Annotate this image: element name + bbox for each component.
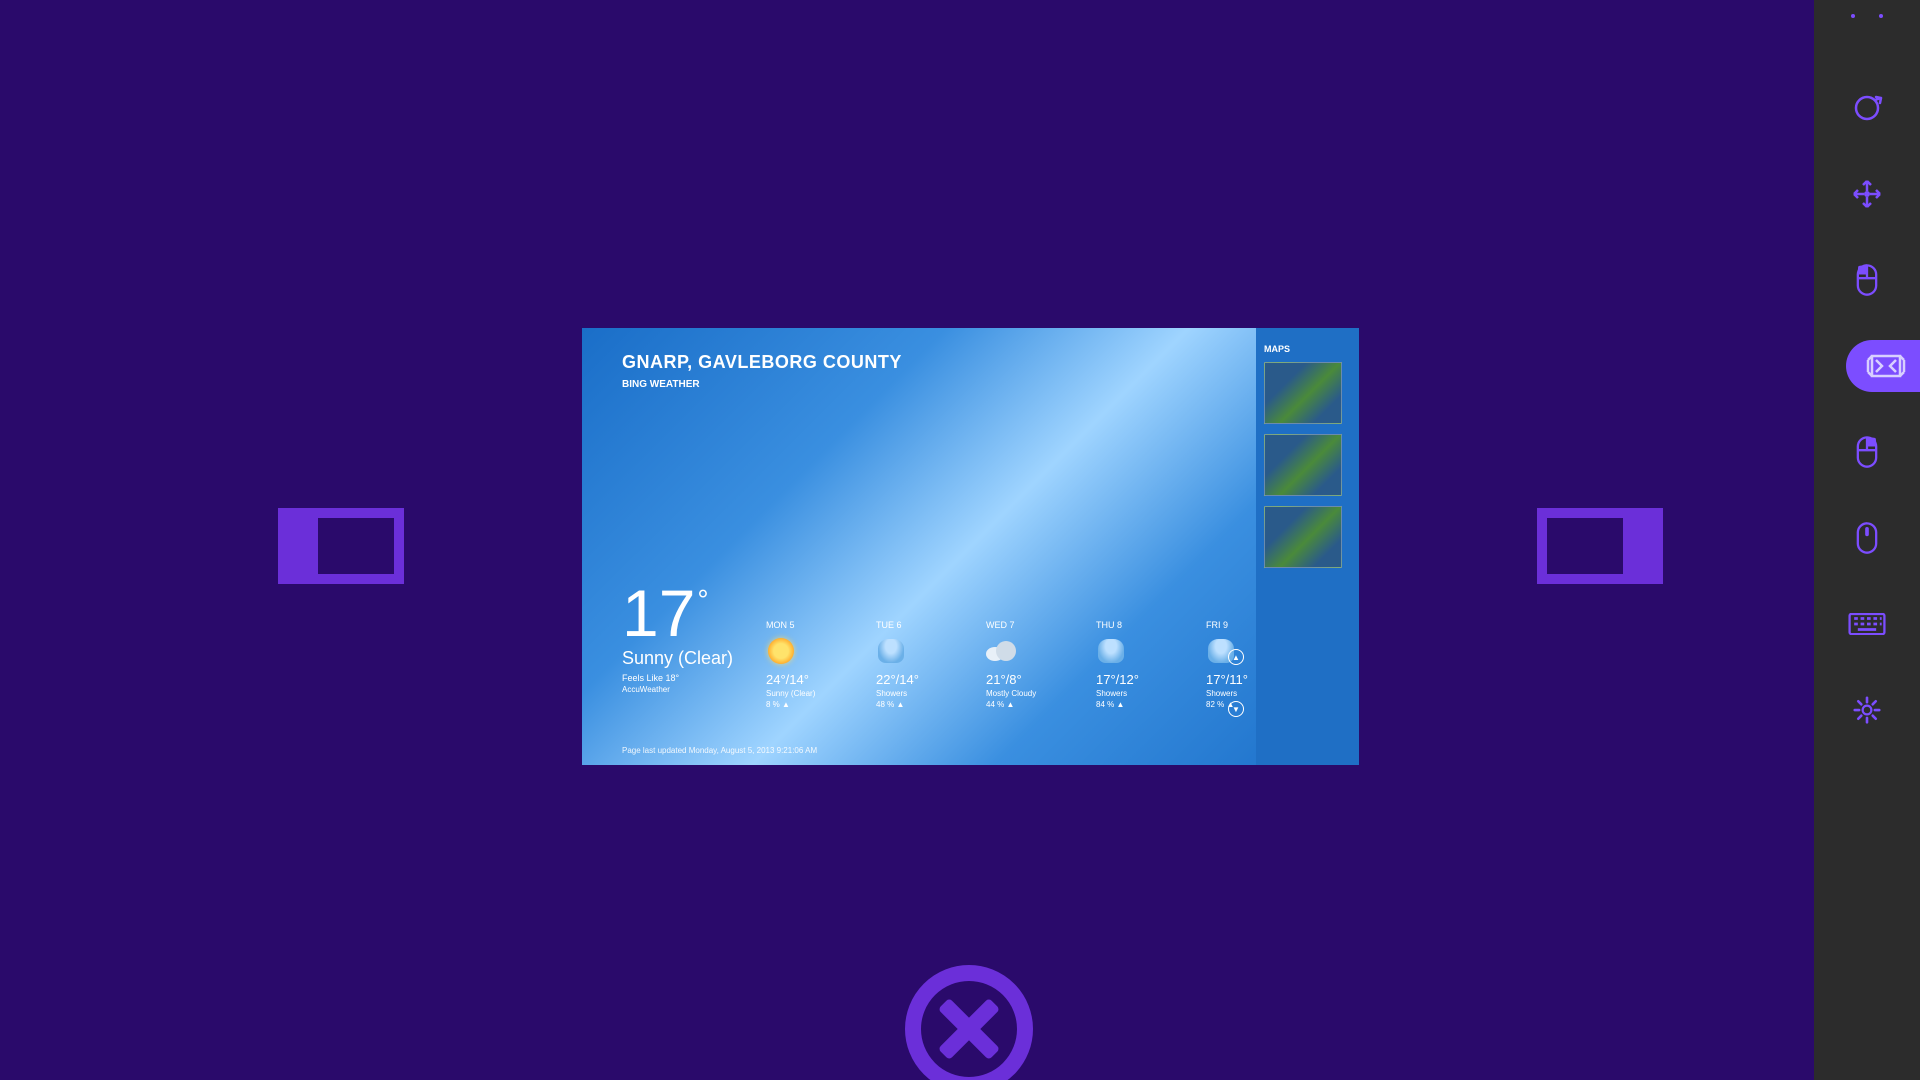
rain-icon bbox=[876, 636, 906, 666]
forecast-day: FRI 9 17°/11° Showers 82 % ▲ bbox=[1206, 620, 1282, 709]
forecast-precip: 48 % ▲ bbox=[876, 700, 952, 709]
forecast-cond: Showers bbox=[876, 689, 952, 698]
remote-view-canvas: GNARP, GAVLEBORG COUNTY BING WEATHER 17 … bbox=[0, 0, 1814, 1080]
weather-source: BING WEATHER bbox=[622, 379, 1216, 390]
rain-icon bbox=[1096, 636, 1126, 666]
control-sidebar bbox=[1814, 0, 1920, 1080]
snap-right-button[interactable] bbox=[1537, 508, 1663, 584]
settings-button[interactable] bbox=[1841, 684, 1893, 736]
forecast-precip: 82 % ▲ bbox=[1206, 700, 1282, 709]
forecast-day-label: TUE 6 bbox=[876, 620, 952, 630]
forecast-cond: Mostly Cloudy bbox=[986, 689, 1062, 698]
forecast-day: THU 8 17°/12° Showers 84 % ▲ bbox=[1096, 620, 1172, 709]
app-preview-weather[interactable]: GNARP, GAVLEBORG COUNTY BING WEATHER 17 … bbox=[582, 328, 1359, 765]
forecast-precip: 84 % ▲ bbox=[1096, 700, 1172, 709]
power-icon bbox=[1851, 92, 1883, 124]
mouse-left-button[interactable] bbox=[1841, 254, 1893, 306]
weather-location: GNARP, GAVLEBORG COUNTY bbox=[622, 352, 1216, 373]
weather-main-panel: GNARP, GAVLEBORG COUNTY BING WEATHER 17 … bbox=[582, 328, 1256, 765]
close-app-button[interactable] bbox=[905, 965, 1033, 1080]
move-button[interactable] bbox=[1841, 168, 1893, 220]
app-switcher-button[interactable] bbox=[1846, 340, 1920, 392]
forecast-hilo: 17°/12° bbox=[1096, 672, 1172, 687]
power-button[interactable] bbox=[1841, 82, 1893, 134]
weather-last-updated: Page last updated Monday, August 5, 2013… bbox=[622, 736, 1216, 755]
forecast-day-label: WED 7 bbox=[986, 620, 1062, 630]
forecast-day-label: MON 5 bbox=[766, 620, 842, 630]
mouse-middle-icon bbox=[1856, 521, 1878, 555]
switcher-icon bbox=[1866, 352, 1906, 380]
sun-icon bbox=[766, 636, 796, 666]
forecast-hilo: 21°/8° bbox=[986, 672, 1062, 687]
forecast-day: MON 5 24°/14° Sunny (Clear) 8 % ▲ bbox=[766, 620, 842, 709]
map-thumbnail[interactable] bbox=[1264, 362, 1342, 424]
keyboard-icon bbox=[1848, 613, 1886, 635]
move-icon bbox=[1851, 178, 1883, 210]
gear-icon bbox=[1853, 696, 1881, 724]
forecast-day-label: FRI 9 bbox=[1206, 620, 1282, 630]
forecast-cond: Showers bbox=[1096, 689, 1172, 698]
forecast-hilo: 17°/11° bbox=[1206, 672, 1282, 687]
snap-left-button[interactable] bbox=[278, 508, 404, 584]
sidebar-drag-handle[interactable] bbox=[1851, 14, 1883, 18]
scroll-up-button[interactable]: ▲ bbox=[1228, 649, 1244, 665]
forecast-hilo: 22°/14° bbox=[876, 672, 952, 687]
forecast-hilo: 24°/14° bbox=[766, 672, 842, 687]
mouse-right-icon bbox=[1856, 435, 1878, 469]
mouse-left-icon bbox=[1856, 263, 1878, 297]
forecast-cond: Sunny (Clear) bbox=[766, 689, 842, 698]
forecast-day-label: THU 8 bbox=[1096, 620, 1172, 630]
maps-heading: MAPS bbox=[1264, 344, 1359, 354]
forecast-cond: Showers bbox=[1206, 689, 1282, 698]
forecast-day: TUE 6 22°/14° Showers 48 % ▲ bbox=[876, 620, 952, 709]
mouse-middle-button[interactable] bbox=[1841, 512, 1893, 564]
keyboard-button[interactable] bbox=[1841, 598, 1893, 650]
cloud-icon bbox=[986, 636, 1016, 666]
temp-value: 17 bbox=[622, 580, 695, 646]
scroll-down-button[interactable]: ▼ bbox=[1228, 701, 1244, 717]
forecast-precip: 8 % ▲ bbox=[766, 700, 842, 709]
map-thumbnail[interactable] bbox=[1264, 506, 1342, 568]
weather-forecast-row: MON 5 24°/14° Sunny (Clear) 8 % ▲ TUE 6 … bbox=[766, 620, 1282, 709]
forecast-precip: 44 % ▲ bbox=[986, 700, 1062, 709]
map-thumbnail[interactable] bbox=[1264, 434, 1342, 496]
temp-degree: ° bbox=[697, 586, 708, 646]
mouse-right-button[interactable] bbox=[1841, 426, 1893, 478]
forecast-day: WED 7 21°/8° Mostly Cloudy 44 % ▲ bbox=[986, 620, 1062, 709]
